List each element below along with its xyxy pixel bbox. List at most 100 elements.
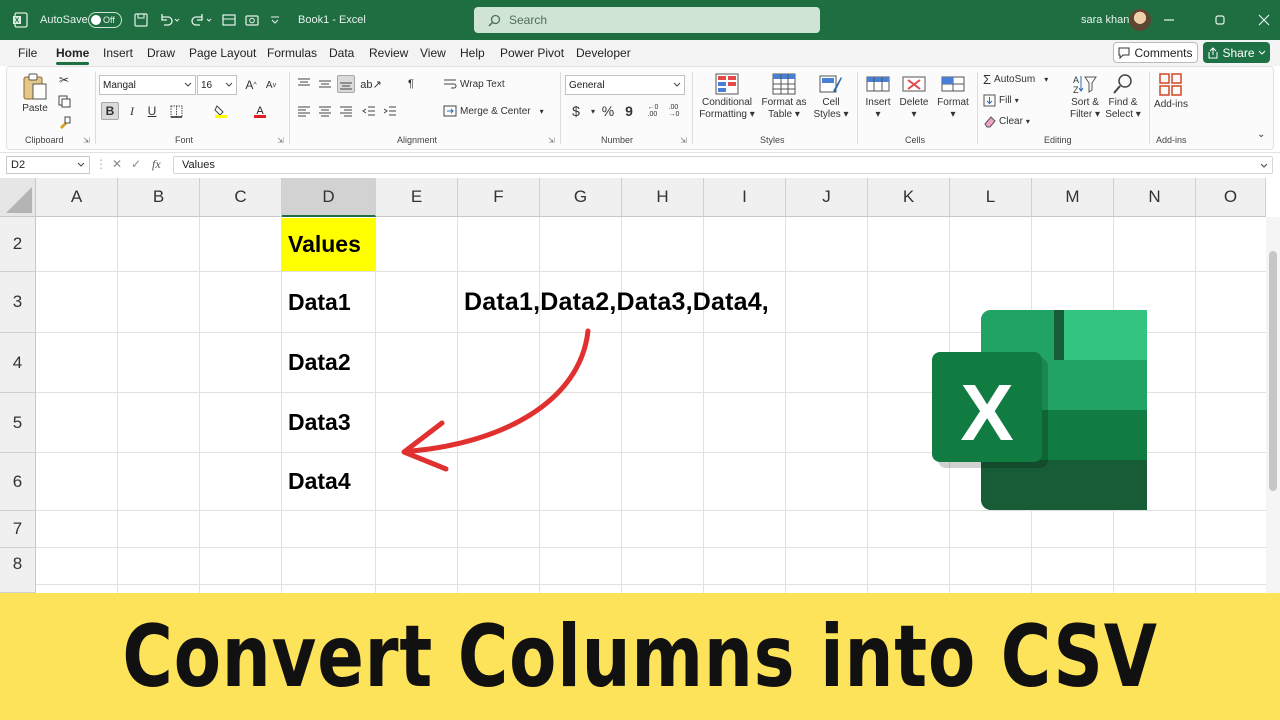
row-header-6[interactable]: 6 [0, 453, 36, 511]
align-center-icon[interactable] [316, 102, 334, 120]
font-size-select[interactable]: 16 [197, 75, 237, 95]
delete-cells-button[interactable]: Delete ▾ [897, 73, 931, 121]
tab-file[interactable]: File [18, 46, 37, 60]
minimize-icon[interactable] [1163, 0, 1175, 40]
align-left-icon[interactable] [295, 102, 313, 120]
orientation-icon[interactable]: ab↗ [360, 75, 381, 93]
row-header-2[interactable]: 2 [0, 217, 36, 272]
cancel-icon[interactable]: ✕ [112, 157, 122, 171]
merge-center-button[interactable]: Merge & Center ▾ [443, 105, 544, 117]
align-top-icon[interactable] [295, 75, 313, 93]
clear-button[interactable]: Clear ▾ [983, 115, 1030, 128]
align-bottom-icon[interactable] [337, 75, 355, 93]
format-as-table-button[interactable]: Format as Table ▾ [759, 73, 809, 121]
cell-d4[interactable]: Data2 [282, 333, 351, 391]
format-cells-button[interactable]: Format ▾ [933, 73, 973, 121]
tab-view[interactable]: View [420, 46, 446, 60]
fill-color-icon[interactable] [212, 102, 230, 120]
column-header-m[interactable]: M [1032, 178, 1114, 217]
select-all-button[interactable] [0, 178, 36, 217]
column-header-f[interactable]: F [458, 178, 540, 217]
tab-help[interactable]: Help [460, 46, 485, 60]
align-right-icon[interactable] [337, 102, 355, 120]
column-header-k[interactable]: K [868, 178, 950, 217]
more-options-icon[interactable]: ⋮ [95, 157, 107, 171]
excel-app-icon[interactable]: X [12, 0, 28, 40]
fill-button[interactable]: Fill ▾ [983, 94, 1019, 107]
autosave-toggle[interactable]: Off [88, 0, 122, 40]
column-header-g[interactable]: G [540, 178, 622, 217]
align-middle-icon[interactable] [316, 75, 334, 93]
row-header-4[interactable]: 4 [0, 333, 36, 393]
cell-d6[interactable]: Data4 [282, 453, 351, 509]
find-select-button[interactable]: Find & Select ▾ [1101, 73, 1145, 121]
increase-decimal-icon[interactable]: ←0.00 [644, 102, 662, 120]
column-header-b[interactable]: B [118, 178, 200, 217]
form-icon[interactable] [222, 0, 236, 40]
paste-button[interactable]: Paste [17, 73, 53, 115]
column-header-j[interactable]: J [786, 178, 868, 217]
row-header-5[interactable]: 5 [0, 393, 36, 453]
enter-icon[interactable]: ✓ [131, 157, 141, 171]
currency-button[interactable]: $ [567, 102, 585, 120]
tab-review[interactable]: Review [369, 46, 408, 60]
wrap-text-button[interactable]: Wrap Text [443, 78, 505, 90]
column-header-i[interactable]: I [704, 178, 786, 217]
font-color-icon[interactable]: A [251, 102, 269, 120]
text-direction-icon[interactable]: ¶ [402, 75, 420, 93]
cell-styles-button[interactable]: Cell Styles ▾ [811, 73, 851, 121]
collapse-ribbon-icon[interactable]: ⌄ [1257, 129, 1265, 140]
decrease-font-icon[interactable]: Av [262, 76, 280, 94]
save-icon[interactable] [134, 0, 148, 40]
row-header-3[interactable]: 3 [0, 272, 36, 333]
cell-d5[interactable]: Data3 [282, 393, 351, 451]
comma-button[interactable]: 9 [620, 102, 638, 120]
column-header-l[interactable]: L [950, 178, 1032, 217]
name-box[interactable]: D2 [6, 156, 90, 174]
search-box[interactable]: Search [474, 7, 820, 33]
column-header-a[interactable]: A [36, 178, 118, 217]
tab-home[interactable]: Home [56, 46, 90, 65]
user-name[interactable]: sara khan [1081, 0, 1129, 40]
autosum-button[interactable]: Σ AutoSum ▾ [983, 72, 1048, 87]
sort-filter-button[interactable]: AZ Sort & Filter ▾ [1065, 73, 1105, 121]
cut-icon[interactable]: ✂ [55, 71, 73, 89]
clipboard-launcher-icon[interactable]: ⇲ [83, 136, 90, 145]
formula-input[interactable]: Values [173, 156, 1273, 174]
cell-d3[interactable]: Data1 [282, 273, 351, 331]
avatar[interactable] [1129, 0, 1151, 40]
insert-function-button[interactable]: fx [152, 157, 161, 172]
tab-page-layout[interactable]: Page Layout [189, 46, 256, 60]
copy-icon[interactable] [55, 92, 73, 110]
tab-data[interactable]: Data [329, 46, 354, 60]
tab-developer[interactable]: Developer [576, 46, 631, 60]
tab-insert[interactable]: Insert [103, 46, 133, 60]
conditional-formatting-button[interactable]: Conditional Formatting ▾ [697, 73, 757, 121]
decrease-decimal-icon[interactable]: .00 →0 [665, 102, 683, 120]
row-header-7[interactable]: 7 [0, 511, 36, 548]
number-launcher-icon[interactable]: ⇲ [680, 136, 687, 145]
tab-draw[interactable]: Draw [147, 46, 175, 60]
column-header-n[interactable]: N [1114, 178, 1196, 217]
underline-button[interactable]: U [143, 102, 161, 120]
close-icon[interactable] [1258, 0, 1270, 40]
camera-icon[interactable] [245, 0, 259, 40]
redo-icon[interactable] [190, 0, 212, 40]
tab-formulas[interactable]: Formulas [267, 46, 317, 60]
restore-icon[interactable] [1214, 0, 1226, 40]
bold-button[interactable]: B [101, 102, 119, 120]
add-ins-button[interactable]: Add-ins [1151, 73, 1191, 111]
percent-button[interactable]: % [599, 102, 617, 120]
font-name-select[interactable]: Mangal [99, 75, 196, 95]
increase-font-icon[interactable]: A ^ [242, 76, 260, 94]
number-format-select[interactable]: General [565, 75, 685, 95]
vertical-scrollbar[interactable] [1266, 217, 1280, 593]
cell-d2[interactable]: Values [282, 218, 375, 271]
increase-indent-icon[interactable] [381, 102, 399, 120]
column-header-d[interactable]: D [282, 178, 376, 217]
format-painter-icon[interactable] [55, 113, 73, 131]
comments-button[interactable]: Comments [1113, 42, 1198, 63]
row-header-8[interactable]: 8 [0, 548, 36, 593]
column-header-c[interactable]: C [200, 178, 282, 217]
column-header-e[interactable]: E [376, 178, 458, 217]
